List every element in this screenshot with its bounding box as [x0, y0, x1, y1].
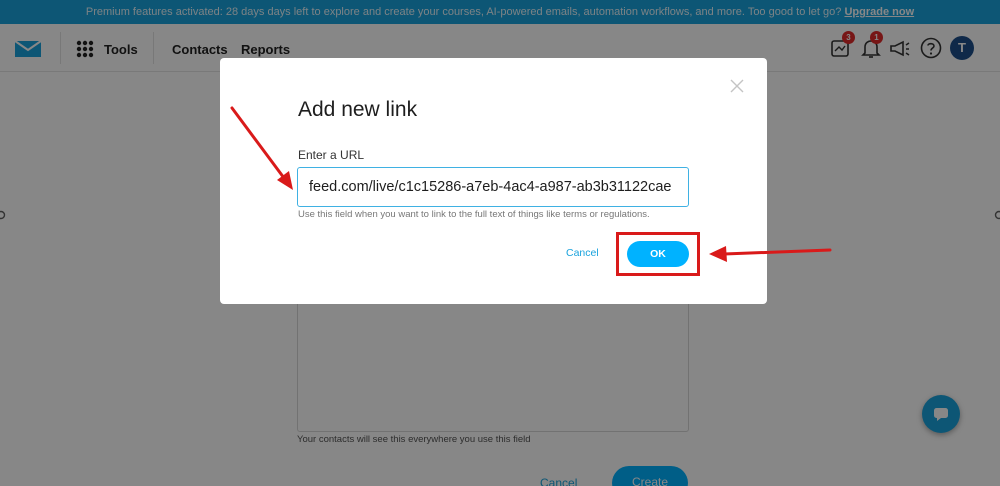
right-scroll-handle-icon[interactable] [994, 210, 1000, 220]
close-icon[interactable] [730, 79, 744, 93]
add-link-modal: Add new link Enter a URL Use this field … [220, 58, 767, 304]
url-input[interactable] [297, 167, 689, 207]
url-field-hint: Use this field when you want to link to … [298, 209, 650, 220]
left-scroll-handle-icon[interactable] [0, 210, 6, 220]
url-label: Enter a URL [298, 148, 365, 162]
cancel-button[interactable]: Cancel [566, 247, 599, 259]
ok-button[interactable]: OK [627, 241, 689, 267]
modal-title: Add new link [298, 98, 418, 121]
